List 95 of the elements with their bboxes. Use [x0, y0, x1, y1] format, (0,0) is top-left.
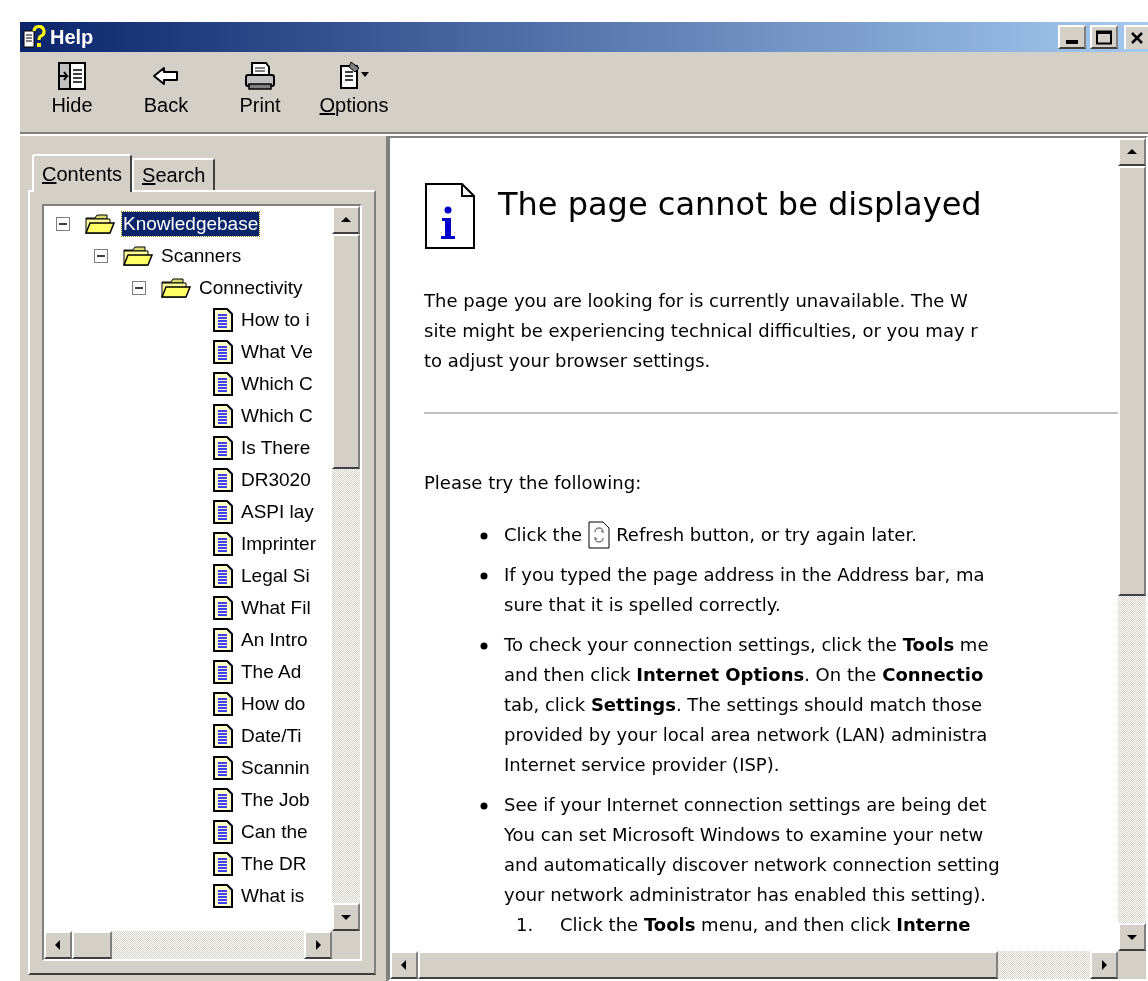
options-document-icon — [337, 60, 371, 92]
bullet-icon — [480, 802, 488, 810]
error-message-line: The page you are looking for is currently unavailable. The W — [424, 289, 968, 313]
tree-item[interactable]: What is — [240, 884, 306, 908]
tree-item[interactable]: Connectivity — [198, 276, 304, 300]
tree-item[interactable]: Knowledgebase — [122, 212, 260, 236]
document-icon — [212, 851, 234, 877]
tree-item[interactable]: Can the — [240, 820, 309, 844]
document-icon — [212, 307, 234, 333]
folder-icon — [84, 213, 116, 235]
suggestion-text: To check your connection settings, click the Tools me and then click Internet Options. On the Connectio tab, click Settings. The settings should match those provided by your local area network (LAN) administra Internet service provider (ISP). — [504, 633, 989, 777]
tree-item[interactable]: Is There — [240, 436, 312, 460]
tab[interactable]: Contents — [32, 154, 133, 192]
maximize-button[interactable] — [1090, 25, 1118, 49]
scroll-right-button[interactable] — [1090, 951, 1118, 979]
tree-item[interactable]: How do — [240, 692, 307, 716]
close-button[interactable] — [1124, 25, 1148, 49]
toolbar-button[interactable]: Back — [134, 60, 198, 118]
toolbar-button[interactable]: Hide — [40, 60, 104, 118]
bullet-icon — [480, 642, 488, 650]
tree-item[interactable]: Legal Si — [240, 564, 311, 588]
document-icon — [212, 467, 234, 493]
tree-item[interactable]: Scannin — [240, 756, 311, 780]
tree-item[interactable]: DR3020 — [240, 468, 312, 492]
collapse-icon[interactable] — [94, 249, 108, 263]
scroll-left-button[interactable] — [390, 951, 418, 979]
tree-item[interactable]: ASPI lay — [240, 500, 315, 524]
document-icon — [212, 403, 234, 429]
folder-icon — [160, 277, 192, 299]
error-message-line: site might be experiencing technical difficulties, or you may r — [424, 319, 978, 343]
document-icon — [212, 435, 234, 461]
step-number: 1. — [516, 913, 535, 937]
minimize-button[interactable] — [1058, 25, 1086, 49]
scrollbar-thumb[interactable] — [1118, 166, 1146, 596]
document-icon — [212, 563, 234, 589]
collapse-icon[interactable] — [56, 217, 70, 231]
scroll-right-button[interactable] — [304, 931, 332, 959]
bullet-icon — [480, 572, 488, 580]
document-icon — [212, 819, 234, 845]
bullet-icon — [480, 532, 488, 540]
prompt-text: Please try the following: — [424, 471, 642, 495]
document-icon — [212, 531, 234, 557]
scroll-up-button[interactable] — [1118, 138, 1146, 166]
tree-item[interactable]: How to i — [240, 308, 311, 332]
tree-item[interactable]: The Ad — [240, 660, 303, 684]
scrollbar-thumb[interactable] — [72, 931, 112, 959]
tree-item[interactable]: What Ve — [240, 340, 314, 364]
tree-item[interactable]: Scanners — [160, 244, 243, 268]
document-icon — [212, 627, 234, 653]
toolbar-button[interactable]: Print — [228, 60, 292, 118]
suggestion-text: Click the — [504, 523, 583, 547]
close-icon — [1130, 31, 1144, 45]
step-text: Click the Tools menu, and then click Interne — [560, 913, 971, 937]
window-title: Help — [50, 25, 94, 50]
tree-item[interactable]: Date/Ti — [240, 724, 303, 748]
hide-pane-icon — [56, 60, 88, 92]
document-icon — [212, 883, 234, 909]
tree-item[interactable]: The Job — [240, 788, 311, 812]
document-icon — [212, 371, 234, 397]
tree-item[interactable]: Which C — [240, 404, 314, 428]
printer-icon — [243, 60, 277, 92]
refresh-icon — [588, 521, 611, 549]
document-icon — [212, 339, 234, 365]
scroll-down-button[interactable] — [1118, 923, 1146, 951]
document-icon — [212, 755, 234, 781]
scroll-up-button[interactable] — [332, 206, 360, 234]
tree-item[interactable]: Imprinter — [240, 532, 317, 556]
tree-item[interactable]: What Fil — [240, 596, 312, 620]
scrollbar-thumb[interactable] — [332, 234, 360, 469]
suggestion-text: See if your Internet connection settings are being det You can set Microsoft Windows to examine your netw and automatically discover network connection setting your network administrator has enabled this setting). — [504, 793, 1000, 907]
maximize-icon — [1096, 29, 1112, 45]
minimize-icon — [1066, 40, 1078, 44]
scroll-left-button[interactable] — [44, 931, 72, 959]
tab[interactable]: Search — [132, 158, 216, 190]
tree-item[interactable]: Which C — [240, 372, 314, 396]
document-icon — [212, 595, 234, 621]
document-icon — [212, 659, 234, 685]
suggestion-text: Refresh button, or try again later. — [616, 523, 917, 547]
folder-icon — [122, 245, 154, 267]
document-icon — [212, 723, 234, 749]
collapse-icon[interactable] — [132, 281, 146, 295]
help-book-icon — [22, 25, 46, 49]
document-icon — [212, 787, 234, 813]
document-icon — [212, 499, 234, 525]
tree-item[interactable]: An Intro — [240, 628, 309, 652]
scrollbar-corner — [1118, 951, 1146, 979]
error-message-line: to adjust your browser settings. — [424, 349, 711, 373]
document-icon — [212, 691, 234, 717]
info-page-icon — [424, 182, 476, 250]
toolbar-button[interactable]: Options — [322, 60, 386, 118]
scrollbar-corner — [332, 931, 360, 959]
error-heading: The page cannot be displayed — [498, 184, 982, 224]
suggestion-text: If you typed the page address in the Address bar, ma sure that it is spelled correctly. — [504, 563, 985, 617]
tree-item[interactable]: The DR — [240, 852, 308, 876]
scroll-down-button[interactable] — [332, 903, 360, 931]
